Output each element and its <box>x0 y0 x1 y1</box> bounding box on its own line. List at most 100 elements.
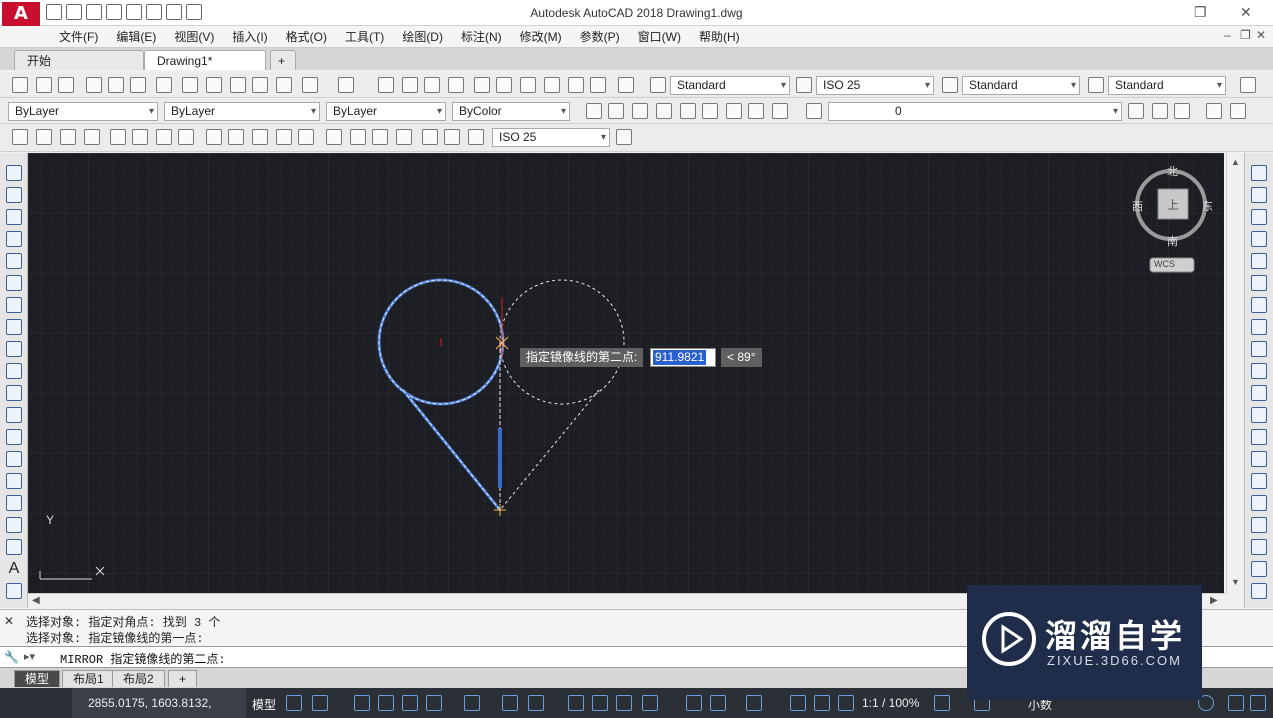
menu-window[interactable]: 窗口(W) <box>629 29 690 45</box>
add-layout-button[interactable]: + <box>168 670 198 687</box>
fillet-icon[interactable] <box>1251 495 1267 511</box>
dim-style-select[interactable]: ISO 25 ▾ <box>816 76 934 95</box>
region-icon[interactable] <box>6 517 22 533</box>
menu-tools[interactable]: 工具(T) <box>336 29 393 45</box>
new-tab-button[interactable]: + <box>270 50 296 70</box>
coordinates-display[interactable]: 2855.0175, 1603.8132, 0.0000 <box>72 688 246 718</box>
ellipse-icon[interactable] <box>6 363 22 379</box>
tolerance-icon[interactable] <box>326 129 342 145</box>
spell-check-icon[interactable] <box>680 103 696 119</box>
draw-order-icon[interactable] <box>1251 561 1267 577</box>
layer-state-icon[interactable] <box>1174 103 1190 119</box>
layer-previous-icon[interactable] <box>1152 103 1168 119</box>
restore-icon[interactable]: ❐ <box>1194 4 1207 21</box>
tab-model[interactable]: 模型 <box>14 670 61 687</box>
extend-icon[interactable] <box>1251 385 1267 401</box>
break-icon[interactable] <box>1251 429 1267 445</box>
menu-help[interactable]: 帮助(H) <box>690 29 749 45</box>
save-icon[interactable] <box>58 77 74 93</box>
stretch-icon[interactable] <box>1251 341 1267 357</box>
layer-properties-icon[interactable] <box>806 103 822 119</box>
dim-style-icon[interactable] <box>796 77 812 93</box>
gradient-icon[interactable] <box>6 495 22 511</box>
viewcube-south[interactable]: 南 <box>1167 233 1178 249</box>
3d-osnap-icon[interactable] <box>642 695 658 711</box>
diameter-dim-icon[interactable] <box>156 129 172 145</box>
quick-dim-icon[interactable] <box>206 129 222 145</box>
blend-curves-icon[interactable] <box>1251 517 1267 533</box>
calculator-icon[interactable] <box>590 77 606 93</box>
construction-line-icon[interactable] <box>6 187 22 203</box>
ordinate-dim-icon[interactable] <box>84 129 100 145</box>
menu-draw[interactable]: 绘图(D) <box>393 29 452 45</box>
zoom-window-icon[interactable] <box>424 77 440 93</box>
table-icon[interactable] <box>6 539 22 555</box>
angular-dim-icon[interactable] <box>178 129 194 145</box>
undo-icon[interactable] <box>302 77 318 93</box>
menu-format[interactable]: 格式(O) <box>277 29 336 45</box>
publish-icon[interactable] <box>130 77 146 93</box>
spline-icon[interactable] <box>6 341 22 357</box>
multiline-text-icon[interactable]: A <box>6 561 22 577</box>
grid-display-icon[interactable] <box>286 695 302 711</box>
auto-scale-icon[interactable] <box>814 695 830 711</box>
menu-insert[interactable]: 插入(I) <box>223 29 276 45</box>
wrench-icon[interactable]: 🔧 <box>4 650 19 664</box>
dynamic-ucs-icon[interactable] <box>686 695 702 711</box>
object-snap-tracking-icon[interactable] <box>502 695 518 711</box>
paste-icon[interactable] <box>230 77 246 93</box>
jogged-dim-icon[interactable] <box>132 129 148 145</box>
design-center-icon[interactable] <box>496 77 512 93</box>
continue-dim-icon[interactable] <box>252 129 268 145</box>
dim-break-icon[interactable] <box>298 129 314 145</box>
annotation-scale-value[interactable]: 1:1 / 100% <box>862 696 919 710</box>
menu-edit[interactable]: 编辑(E) <box>107 29 165 45</box>
block-editor-icon[interactable] <box>276 77 292 93</box>
scale-icon[interactable] <box>1251 319 1267 335</box>
close-icon[interactable]: ✕ <box>1240 4 1252 21</box>
ortho-mode-icon[interactable] <box>402 695 418 711</box>
aligned-dim-icon[interactable] <box>36 129 52 145</box>
color-select[interactable]: ByLayer ▾ <box>8 102 158 121</box>
object-snap-icon[interactable] <box>528 695 544 711</box>
lineweight-icon[interactable] <box>568 695 584 711</box>
workspace-switch-icon[interactable] <box>934 695 950 711</box>
layer-match-icon[interactable] <box>1230 103 1246 119</box>
make-current-layer-icon[interactable] <box>1128 103 1144 119</box>
annotation-scale-icon[interactable] <box>838 695 854 711</box>
edit-text-icon[interactable] <box>632 103 648 119</box>
snap-mode-icon[interactable] <box>312 695 328 711</box>
menu-file[interactable]: 文件(F) <box>50 29 107 45</box>
array-icon[interactable] <box>1251 253 1267 269</box>
erase-icon[interactable] <box>1251 165 1267 181</box>
polar-tracking-icon[interactable] <box>426 695 442 711</box>
viewcube-north[interactable]: 北 <box>1167 163 1178 179</box>
vertical-scrollbar[interactable]: ▲ ▼ <box>1226 153 1244 593</box>
linetype-select[interactable]: ByLayer ▾ <box>164 102 320 121</box>
table-style-icon[interactable] <box>942 77 958 93</box>
linear-dim-icon[interactable] <box>12 129 28 145</box>
help-icon[interactable] <box>618 77 634 93</box>
selection-filter-icon[interactable] <box>710 695 726 711</box>
selection-cycling-icon[interactable] <box>616 695 632 711</box>
isometric-drafting-icon[interactable] <box>464 695 480 711</box>
justify-text-icon[interactable] <box>748 103 764 119</box>
dimension-icon[interactable] <box>1206 103 1222 119</box>
trim-icon[interactable] <box>1251 363 1267 379</box>
lineweight-select[interactable]: ByLayer ▾ <box>326 102 446 121</box>
dynamic-input-angle[interactable]: < 89° <box>721 348 762 367</box>
workspace-icon[interactable] <box>1240 77 1256 93</box>
chamfer-icon[interactable] <box>1251 473 1267 489</box>
doc-restore-icon[interactable]: ❐ <box>1240 28 1251 42</box>
redo-icon[interactable] <box>338 77 354 93</box>
infer-constraints-icon[interactable] <box>354 695 370 711</box>
doc-minimize-icon[interactable]: – <box>1224 28 1231 42</box>
table-style-select[interactable]: Standard ▾ <box>962 76 1080 95</box>
command-prompt[interactable]: MIRROR 指定镜像线的第二点: <box>60 650 226 667</box>
annotation-visibility-icon[interactable] <box>790 695 806 711</box>
dim-style-manager-icon[interactable] <box>616 129 632 145</box>
copy-object-icon[interactable] <box>1251 187 1267 203</box>
arc-length-dim-icon[interactable] <box>60 129 76 145</box>
scroll-right-icon[interactable]: ▶ <box>1210 595 1218 606</box>
bring-front-icon[interactable] <box>1251 583 1267 599</box>
